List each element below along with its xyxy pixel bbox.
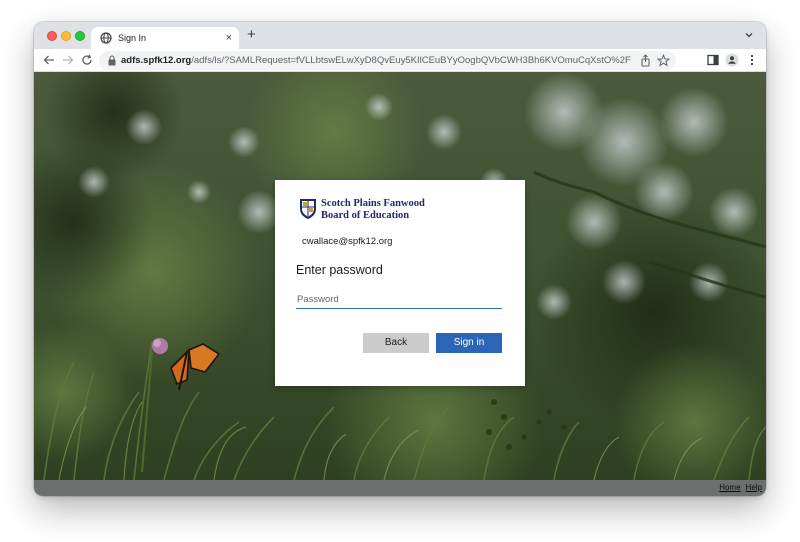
profile-icon[interactable] bbox=[725, 53, 739, 67]
chevron-down-icon[interactable] bbox=[744, 30, 754, 40]
share-icon[interactable] bbox=[639, 54, 652, 67]
organization-name: Scotch Plains Fanwood Board of Education bbox=[321, 198, 425, 221]
organization-name-line2: Board of Education bbox=[321, 209, 410, 221]
back-button[interactable]: Back bbox=[363, 333, 429, 353]
tab-close-button[interactable]: × bbox=[226, 31, 232, 45]
arrow-left-icon[interactable] bbox=[42, 53, 56, 67]
home-link[interactable]: Home bbox=[719, 483, 740, 492]
url-text[interactable]: adfs.spfk12.org/adfs/ls/?SAMLRequest=fVL… bbox=[121, 53, 631, 68]
footer-links: Home Help bbox=[714, 482, 762, 494]
browser-window: Sign In × + adfs.spfk12.org/adfs/ls/?SAM… bbox=[34, 22, 766, 496]
school-crest-icon bbox=[300, 199, 316, 219]
reload-icon[interactable] bbox=[80, 53, 94, 67]
page-title: Enter password bbox=[296, 263, 383, 277]
zoom-window-button[interactable] bbox=[75, 31, 85, 41]
tab-sign-in[interactable]: Sign In × bbox=[91, 27, 239, 49]
username: cwallace bbox=[302, 236, 339, 247]
page-viewport: Scotch Plains Fanwood Board of Education… bbox=[34, 72, 766, 480]
side-panel-icon[interactable] bbox=[706, 53, 720, 67]
new-tab-button[interactable]: + bbox=[247, 27, 256, 43]
sign-in-card: Scotch Plains Fanwood Board of Education… bbox=[275, 180, 525, 386]
tab-title: Sign In bbox=[118, 33, 147, 43]
tab-strip: Sign In × + bbox=[34, 22, 766, 49]
browser-toolbar: adfs.spfk12.org/adfs/ls/?SAMLRequest=fVL… bbox=[34, 49, 766, 72]
password-input[interactable] bbox=[296, 291, 502, 309]
organization-name-line1: Scotch Plains Fanwood bbox=[321, 198, 425, 209]
sign-in-button[interactable]: Sign in bbox=[436, 333, 502, 353]
username-domain: @spfk12.org bbox=[338, 236, 393, 247]
help-link[interactable]: Help bbox=[746, 483, 762, 492]
close-window-button[interactable] bbox=[47, 31, 57, 41]
kebab-menu-icon[interactable] bbox=[745, 53, 759, 67]
arrow-right-icon[interactable] bbox=[61, 53, 75, 67]
lock-icon[interactable] bbox=[107, 55, 117, 66]
url-host: adfs.spfk12.org bbox=[121, 55, 192, 66]
minimize-window-button[interactable] bbox=[61, 31, 71, 41]
star-icon[interactable] bbox=[657, 54, 670, 67]
page-footer: Home Help bbox=[34, 480, 766, 496]
address-bar[interactable]: adfs.spfk12.org/adfs/ls/?SAMLRequest=fVL… bbox=[99, 51, 676, 70]
globe-icon bbox=[100, 32, 112, 44]
signed-in-username: cwallace@spfk12.org bbox=[302, 236, 392, 248]
url-path: /adfs/ls/?SAMLRequest=fVLLbtswELwXyD8QvE… bbox=[191, 55, 631, 66]
